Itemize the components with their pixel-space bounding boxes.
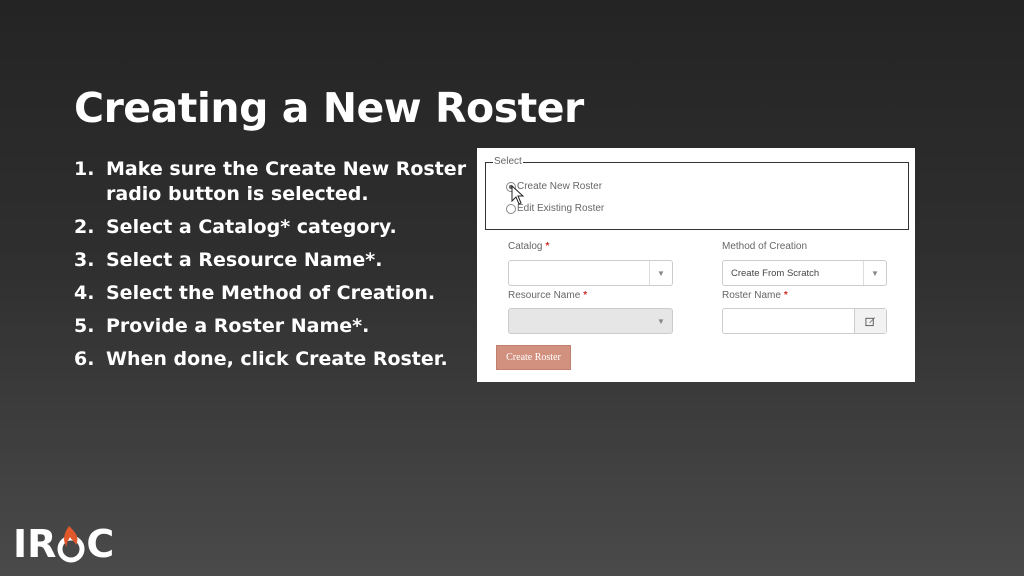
steps-list: 1. Make sure the Create New Roster radio…	[74, 157, 474, 380]
step-text: Provide a Roster Name*.	[106, 315, 370, 337]
radio-create-label: Create New Roster	[517, 181, 603, 192]
required-asterisk: *	[783, 290, 788, 301]
step-number: 3.	[74, 249, 95, 271]
radio-button-unchecked[interactable]	[506, 203, 516, 214]
select-legend: Select	[493, 156, 523, 167]
step-text: Select the Method of Creation.	[106, 282, 436, 304]
step-item: 5. Provide a Roster Name*.	[74, 314, 474, 339]
edit-icon[interactable]	[854, 309, 886, 333]
caret-down-icon[interactable]: ▼	[863, 261, 886, 285]
flame-icon	[56, 522, 86, 566]
step-text: Select a Resource Name*.	[106, 249, 383, 271]
step-number: 5.	[74, 315, 95, 337]
resource-name-select[interactable]: ▼	[508, 308, 673, 334]
roster-form-screenshot: Select Create New Roster Edit Existing R…	[477, 148, 915, 382]
method-of-creation-select[interactable]: Create From Scratch ▼	[722, 260, 887, 286]
method-label: Method of Creation	[722, 241, 808, 252]
step-item: 4. Select the Method of Creation.	[74, 281, 474, 306]
catalog-select[interactable]: ▼	[508, 260, 673, 286]
step-number: 2.	[74, 216, 95, 238]
step-item: 2. Select a Catalog* category.	[74, 215, 474, 240]
logo-text-start: IR	[13, 522, 57, 566]
resource-name-label: Resource Name *	[508, 290, 588, 301]
radio-edit-label: Edit Existing Roster	[517, 203, 605, 214]
method-value: Create From Scratch	[731, 268, 820, 279]
slide-title: Creating a New Roster	[74, 84, 584, 132]
create-roster-button[interactable]: Create Roster	[496, 345, 571, 370]
required-asterisk: *	[583, 290, 588, 301]
step-item: 1. Make sure the Create New Roster radio…	[74, 157, 474, 207]
caret-down-icon[interactable]: ▼	[649, 261, 672, 285]
iroc-logo: IR C	[13, 522, 114, 566]
caret-down-icon[interactable]: ▼	[650, 309, 672, 333]
step-number: 6.	[74, 348, 95, 370]
step-item: 6. When done, click Create Roster.	[74, 347, 474, 372]
step-text: Make sure the Create New Roster radio bu…	[106, 158, 467, 205]
step-item: 3. Select a Resource Name*.	[74, 248, 474, 273]
roster-name-label: Roster Name *	[722, 290, 788, 301]
mouse-pointer-icon	[511, 185, 525, 205]
roster-name-input[interactable]	[723, 309, 854, 333]
catalog-label: Catalog *	[508, 241, 550, 252]
step-text: Select a Catalog* category.	[106, 216, 397, 238]
step-number: 1.	[74, 158, 95, 180]
required-asterisk: *	[545, 241, 550, 252]
step-number: 4.	[74, 282, 95, 304]
logo-text-end: C	[86, 522, 115, 566]
roster-name-input-group	[722, 308, 887, 334]
step-text: When done, click Create Roster.	[106, 348, 448, 370]
select-fieldset: Select Create New Roster Edit Existing R…	[485, 156, 909, 230]
